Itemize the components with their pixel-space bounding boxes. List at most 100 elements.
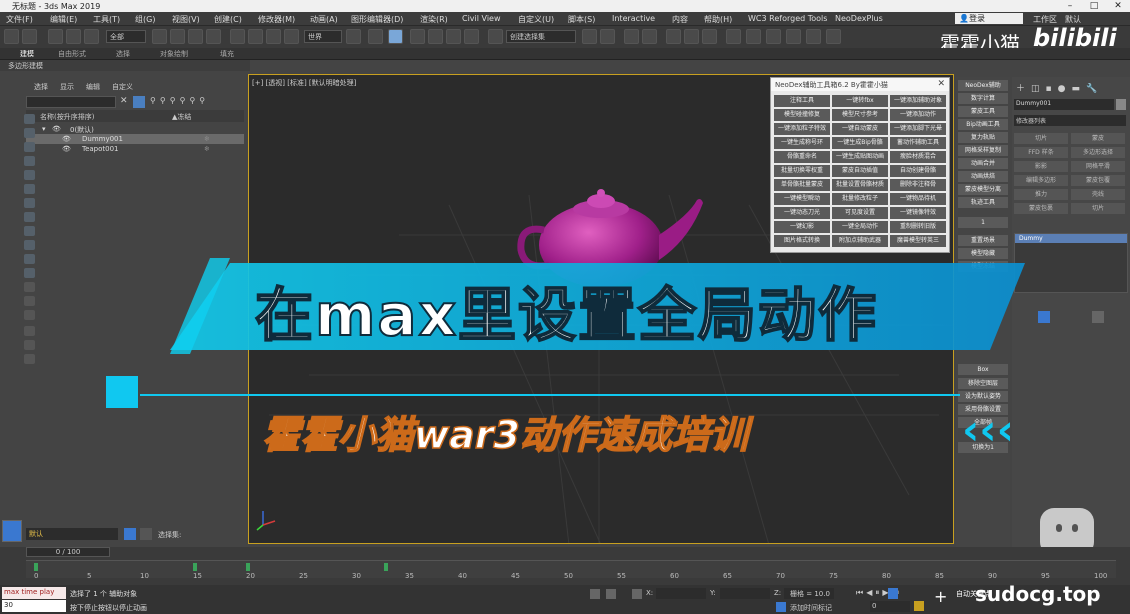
menu-wc3-tools[interactable]: WC3 Reforged Tools	[748, 14, 827, 23]
neodex-button[interactable]: 一键动态刀光	[774, 207, 830, 219]
spinner-snap-icon[interactable]	[464, 29, 479, 44]
pin-stack-icon[interactable]	[1038, 311, 1050, 323]
close-icon[interactable]: ✕	[937, 79, 945, 89]
neodex-strip-button[interactable]: 设为默认姿势	[958, 391, 1008, 402]
play-button[interactable]	[888, 588, 898, 599]
modifier-button[interactable]: 推力	[1014, 189, 1068, 200]
command-panel-tabs[interactable]: ＋◫▪●▬🔧	[1016, 81, 1126, 94]
modifier-button[interactable]: 影影	[1014, 161, 1068, 172]
menu-content[interactable]: 内容	[672, 14, 688, 25]
modifier-button[interactable]: 切片	[1014, 133, 1068, 144]
neodex-button[interactable]: 魔兽模型转英三	[890, 235, 946, 247]
display-bones-icon[interactable]	[24, 240, 35, 250]
scene-row-dummy[interactable]: 👁 Dummy001 ❄	[26, 134, 244, 144]
neodex-button[interactable]: 自动创建骨骼	[890, 165, 946, 177]
menu-help[interactable]: 帮助(H)	[704, 14, 732, 25]
neodex-button[interactable]: 批量设置骨骼材质	[832, 179, 888, 191]
neodex-button[interactable]: 一键模型瞬动	[774, 193, 830, 205]
modifier-button[interactable]: 蒙皮包覆	[1071, 175, 1125, 186]
column-frozen[interactable]: ▲冻结	[172, 112, 191, 122]
current-frame-field[interactable]: 0	[870, 601, 910, 612]
bind-space-warp-icon[interactable]	[84, 29, 99, 44]
remove-modifier-icon[interactable]	[1092, 311, 1104, 323]
scene-menu-display[interactable]: 显示	[60, 82, 74, 92]
neodex-strip-button[interactable]: 蒙皮工具	[958, 106, 1008, 117]
select-by-name-icon[interactable]	[170, 29, 185, 44]
neodex-button[interactable]: 蒙皮自动插值	[832, 165, 888, 177]
neodex-button[interactable]: 一键自动蒙皮	[832, 123, 888, 135]
menu-create[interactable]: 创建(C)	[214, 14, 242, 25]
eye-icon[interactable]: 👁	[62, 145, 71, 153]
neodex-button[interactable]: 单骨骼批量蒙皮	[774, 179, 830, 191]
neodex-button[interactable]: 一键添加动作	[890, 109, 946, 121]
scene-menu-select[interactable]: 选择	[34, 82, 48, 92]
menu-group[interactable]: 组(G)	[135, 14, 155, 25]
transform-mode-icon[interactable]	[632, 589, 642, 599]
lock-icon[interactable]	[606, 589, 616, 599]
ribbon-tab-selection[interactable]: 选择	[116, 49, 130, 59]
move-icon[interactable]	[230, 29, 245, 44]
redo-icon[interactable]	[22, 29, 37, 44]
keyframe-marker[interactable]	[383, 563, 388, 571]
minimize-button[interactable]: –	[1058, 0, 1082, 12]
named-selection-dropdown[interactable]: 创建选择集	[506, 30, 576, 43]
angle-snap-icon[interactable]	[428, 29, 443, 44]
toggle-ribbon-icon[interactable]	[642, 29, 657, 44]
scene-tool-icons[interactable]: ⚲⚲⚲⚲⚲⚲	[150, 96, 244, 108]
pivot-icon[interactable]	[346, 29, 361, 44]
modifier-button[interactable]: FFD 样条	[1014, 147, 1068, 158]
neodex-button[interactable]: 批量切换零权重	[774, 165, 830, 177]
display-geometry-icon[interactable]	[24, 128, 35, 138]
neodex-strip-button[interactable]: 蒙皮模型分离	[958, 184, 1008, 195]
place-icon[interactable]	[284, 29, 299, 44]
schematic-view-icon[interactable]	[684, 29, 699, 44]
neodex-button[interactable]: 一键镜像特效	[890, 207, 946, 219]
eye-icon[interactable]: 👁	[62, 135, 71, 143]
neodex-strip-button[interactable]: 重置场景	[958, 235, 1008, 246]
mirror-icon[interactable]	[582, 29, 597, 44]
neodex-button[interactable]: 瘦脸材质混合	[890, 151, 946, 163]
neodex-button[interactable]: 重制删转旧版	[890, 221, 946, 233]
scene-search-input[interactable]	[26, 96, 116, 108]
add-icon[interactable]: +	[934, 588, 952, 606]
scene-menu-customize[interactable]: 自定义	[112, 82, 133, 92]
keyframe-marker[interactable]	[34, 563, 38, 571]
render-frame-icon[interactable]	[746, 29, 761, 44]
modifier-button[interactable]: 蒙皮	[1071, 133, 1125, 144]
maxscript-listener[interactable]: max time play	[2, 587, 66, 599]
neodex-header[interactable]: NeoDex辅助工具箱6.2 By霍霍小猫 ✕	[771, 78, 949, 91]
ribbon-tab-freeform[interactable]: 自由形式	[58, 49, 86, 59]
edit-named-selection-icon[interactable]	[488, 29, 503, 44]
add-time-tag[interactable]: 添加时间标记	[790, 603, 832, 613]
neodex-strip-button[interactable]: 移除空图层	[958, 378, 1008, 389]
freeze-icon[interactable]: ❄	[204, 135, 210, 143]
neodex-button[interactable]: 可见度设置	[832, 207, 888, 219]
scale-icon[interactable]	[266, 29, 281, 44]
undo-icon[interactable]	[4, 29, 19, 44]
maxscript-input[interactable]: 30	[2, 600, 66, 612]
display-lights-icon[interactable]	[24, 156, 35, 166]
neodex-button[interactable]: 批量修改粒子	[832, 193, 888, 205]
layer-dropdown[interactable]: 默认	[26, 528, 118, 540]
neodex-strip-button[interactable]: 动画合并	[958, 158, 1008, 169]
menu-edit[interactable]: 编辑(E)	[50, 14, 77, 25]
layer-icon[interactable]	[24, 354, 35, 364]
neodex-strip-button[interactable]: 动画烘焙	[958, 171, 1008, 182]
neodex-button[interactable]: 一键添加粒子特效	[774, 123, 830, 135]
modifier-button[interactable]: 壳线	[1071, 189, 1125, 200]
keyboard-shortcut-icon[interactable]	[388, 29, 403, 44]
display-hidden-icon[interactable]	[24, 282, 35, 292]
display-helpers-icon[interactable]	[24, 184, 35, 194]
login-dropdown[interactable]: 👤登录	[955, 13, 1023, 24]
time-tag-icon[interactable]	[776, 602, 786, 612]
filter-funnel-icon[interactable]	[24, 340, 35, 350]
window-crossing-icon[interactable]	[206, 29, 221, 44]
render-cloud-icon[interactable]	[786, 29, 801, 44]
neodex-strip-button[interactable]: NeoDex辅助	[958, 80, 1008, 91]
neodex-button[interactable]: 一键幻影	[774, 221, 830, 233]
neodex-button[interactable]: 一键添加辅助对象	[890, 95, 946, 107]
layer-list-icon[interactable]	[140, 528, 152, 540]
display-cameras-icon[interactable]	[24, 170, 35, 180]
ribbon-tab-object-paint[interactable]: 对象绘制	[160, 49, 188, 59]
neodex-button[interactable]: 附加点辅助武器	[832, 235, 888, 247]
